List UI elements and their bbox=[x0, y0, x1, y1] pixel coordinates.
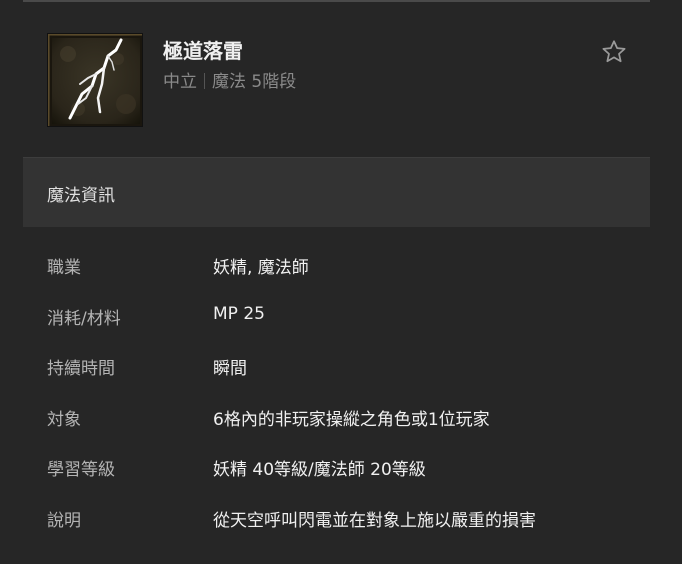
section-header: 魔法資訊 bbox=[23, 157, 650, 227]
detail-value: 瞬間 bbox=[213, 359, 247, 380]
meta-separator bbox=[204, 73, 205, 89]
detail-value: 6格內的非玩家操縱之角色或1位玩家 bbox=[213, 409, 490, 430]
details-list: 職業 妖精, 魔法師 消耗/材料 MP 25 持續時間 瞬間 対象 6格內的非玩… bbox=[47, 241, 647, 545]
favorite-star-icon[interactable] bbox=[600, 38, 628, 66]
skill-detail-page: 極道落雷 中立 魔法 5階段 魔法資訊 職業 妖精, 魔法師 消耗/材料 MP 2… bbox=[0, 0, 682, 564]
detail-row: 対象 6格內的非玩家操縱之角色或1位玩家 bbox=[47, 393, 647, 444]
detail-row: 消耗/材料 MP 25 bbox=[47, 292, 647, 343]
skill-meta: 中立 魔法 5階段 bbox=[163, 67, 296, 92]
detail-row: 學習等級 妖精 40等級/魔法師 20等級 bbox=[47, 443, 647, 494]
detail-label: 說明 bbox=[47, 510, 81, 531]
detail-row: 職業 妖精, 魔法師 bbox=[47, 241, 647, 292]
detail-label: 持續時間 bbox=[47, 359, 115, 380]
detail-label: 職業 bbox=[47, 258, 81, 278]
detail-label: 消耗/材料 bbox=[47, 308, 121, 329]
skill-category: 魔法 5階段 bbox=[212, 72, 297, 92]
section-title: 魔法資訊 bbox=[47, 186, 115, 206]
detail-value: MP 25 bbox=[213, 303, 265, 324]
detail-value: 妖精 40等級/魔法師 20等級 bbox=[213, 460, 426, 481]
detail-value: 妖精, 魔法師 bbox=[213, 258, 309, 278]
skill-alignment: 中立 bbox=[163, 72, 197, 92]
detail-row: 說明 從天空呼叫閃電並在對象上施以嚴重的損害 bbox=[47, 494, 647, 545]
detail-value: 從天空呼叫閃電並在對象上施以嚴重的損害 bbox=[213, 510, 536, 531]
detail-label: 対象 bbox=[47, 409, 81, 430]
detail-label: 學習等級 bbox=[47, 460, 115, 481]
detail-row: 持續時間 瞬間 bbox=[47, 342, 647, 393]
skill-name: 極道落雷 bbox=[163, 39, 243, 63]
skill-header: 極道落雷 中立 魔法 5階段 bbox=[47, 33, 650, 129]
top-divider bbox=[23, 0, 650, 2]
lightning-bolt-icon bbox=[47, 33, 143, 127]
